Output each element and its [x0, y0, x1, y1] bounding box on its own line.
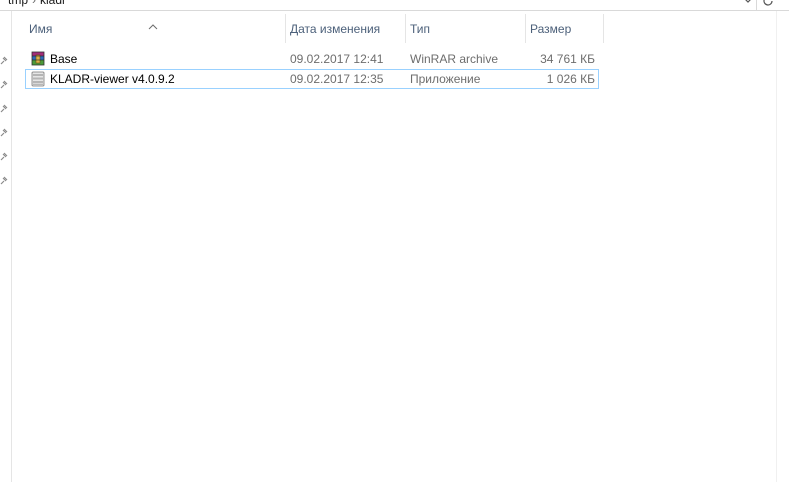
- column-header-row: Имя Дата изменения Тип Размер: [23, 14, 604, 43]
- column-header-name-label: Имя: [29, 22, 53, 36]
- address-divider: [756, 0, 757, 10]
- file-date: 09.02.2017 12:35: [290, 72, 384, 86]
- column-header-type[interactable]: Тип: [406, 14, 526, 43]
- file-row[interactable]: Base 09.02.2017 12:41 WinRAR archive 34 …: [25, 49, 599, 69]
- chevron-down-icon[interactable]: [742, 0, 754, 6]
- pin-icon[interactable]: [0, 151, 8, 161]
- pin-icon[interactable]: [0, 175, 8, 185]
- column-header-type-label: Тип: [410, 22, 431, 36]
- file-size: 1 026 КБ: [546, 72, 595, 86]
- column-header-name[interactable]: Имя: [23, 14, 286, 43]
- navigation-pane: [0, 11, 11, 482]
- sort-up-arrow-icon: [148, 12, 158, 30]
- pane-divider[interactable]: [11, 11, 12, 482]
- column-header-size[interactable]: Размер: [526, 14, 604, 43]
- window-edge: [776, 11, 777, 482]
- application-icon: [30, 71, 46, 87]
- address-bar[interactable]: tmp › kladr: [0, 0, 789, 11]
- pin-icon[interactable]: [0, 103, 8, 113]
- column-header-date[interactable]: Дата изменения: [286, 14, 406, 43]
- breadcrumb-separator-icon[interactable]: ›: [28, 0, 40, 7]
- file-row[interactable]: KLADR-viewer v4.0.9.2 09.02.2017 12:35 П…: [25, 69, 599, 89]
- column-header-date-label: Дата изменения: [290, 22, 381, 36]
- column-header-size-label: Размер: [530, 22, 572, 36]
- file-date: 09.02.2017 12:41: [290, 52, 384, 66]
- file-name: Base: [50, 52, 78, 66]
- breadcrumb-item-kladr[interactable]: kladr: [40, 0, 66, 7]
- pin-icon[interactable]: [0, 79, 8, 89]
- file-size: 34 761 КБ: [540, 52, 595, 66]
- breadcrumb-item-tmp[interactable]: tmp: [8, 0, 28, 7]
- breadcrumb: tmp › kladr: [8, 0, 66, 7]
- file-name: KLADR-viewer v4.0.9.2: [50, 72, 175, 86]
- winrar-archive-icon: [30, 51, 46, 67]
- file-explorer-window: tmp › kladr Имя Дата изменения Тип Разме…: [0, 0, 789, 482]
- refresh-icon[interactable]: [761, 0, 775, 8]
- pin-icon[interactable]: [0, 127, 8, 137]
- file-type: WinRAR archive: [410, 52, 499, 66]
- pin-icon[interactable]: [0, 55, 8, 65]
- file-type: Приложение: [410, 72, 481, 86]
